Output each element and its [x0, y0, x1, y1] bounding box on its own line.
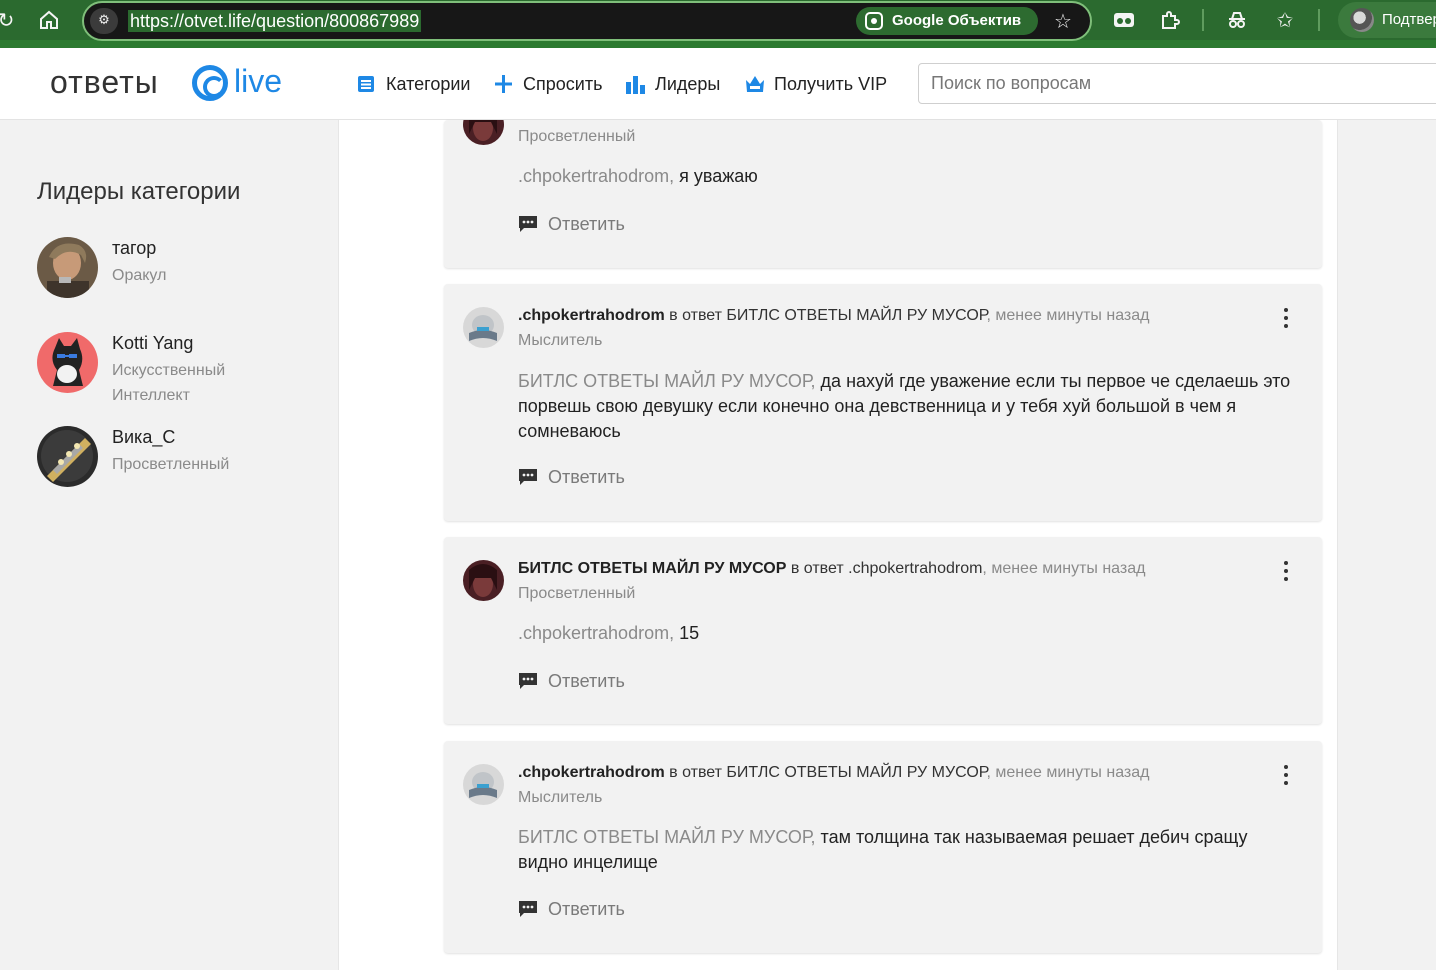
- profile-avatar: [1350, 8, 1374, 32]
- reload-icon[interactable]: ↻: [0, 8, 18, 32]
- site-header: ответы live Категории Спросить Лидеры По…: [0, 48, 1436, 120]
- sidebar-title: Лидеры категории: [37, 178, 241, 205]
- leader-item[interactable]: тагор Оракул: [37, 237, 327, 299]
- comment-reply-to[interactable]: в ответ .chpokertrahodrom: [786, 560, 983, 577]
- nav-vip-label: Получить VIP: [774, 74, 888, 94]
- leader-name[interactable]: тагор: [112, 237, 156, 259]
- nav-ask-label: Спросить: [523, 74, 603, 94]
- comment-reply-to[interactable]: в ответ БИТЛС ОТВЕТЫ МАЙЛ РУ МУСОР: [665, 307, 986, 324]
- google-lens-button[interactable]: Google Объектив: [856, 7, 1038, 35]
- logo-text-right: live: [234, 63, 283, 99]
- more-options-button[interactable]: [1276, 306, 1296, 330]
- address-bar[interactable]: ⚙ https://otvet.life/question/800867989 …: [82, 1, 1092, 41]
- avatar[interactable]: [463, 120, 504, 145]
- favorites-icon[interactable]: ✩: [1273, 8, 1297, 32]
- nav-categories-label: Категории: [386, 74, 471, 94]
- reply-label: Ответить: [548, 899, 625, 919]
- comment-icon: [519, 216, 537, 232]
- comment-author[interactable]: БИТЛС ОТВЕТЫ МАЙЛ РУ МУСОР: [518, 560, 786, 577]
- comment-header: БИТЛС ОТВЕТЫ МАЙЛ РУ МУСОР в ответ .chpo…: [518, 559, 1145, 579]
- site-logo[interactable]: ответы live: [50, 62, 290, 102]
- comment-time: , менее минуты назад: [982, 560, 1146, 577]
- comment-card: Просветленный .chpokertrahodrom, я уважа…: [444, 120, 1322, 268]
- profile-label: Подтвердить: [1382, 11, 1436, 28]
- comment-author-rank: Просветленный: [518, 585, 636, 602]
- comment-header: .chpokertrahodrom в ответ БИТЛС ОТВЕТЫ М…: [518, 763, 1150, 783]
- url-text[interactable]: https://otvet.life/question/800867989: [128, 10, 422, 32]
- comment-card: .chpokertrahodrom в ответ БИТЛС ОТВЕТЫ М…: [444, 741, 1322, 953]
- site-settings-icon[interactable]: ⚙: [90, 8, 118, 34]
- comment-author-rank: Мыслитель: [518, 332, 603, 349]
- comment-text: БИТЛС ОТВЕТЫ МАЙЛ РУ МУСОР, да нахуй где…: [518, 369, 1302, 444]
- comment-author-rank: Просветленный: [518, 128, 636, 145]
- reply-label: Ответить: [548, 467, 625, 487]
- comment-mention[interactable]: БИТЛС ОТВЕТЫ МАЙЛ РУ МУСОР,: [518, 827, 816, 847]
- comment-message: я уважаю: [674, 166, 758, 186]
- comment-header: .chpokertrahodrom в ответ БИТЛС ОТВЕТЫ М…: [518, 306, 1150, 326]
- avatar[interactable]: [37, 426, 98, 487]
- home-icon[interactable]: [37, 8, 61, 32]
- avatar[interactable]: [463, 560, 504, 601]
- avatar[interactable]: [37, 332, 98, 393]
- comment-mention[interactable]: .chpokertrahodrom,: [518, 623, 674, 643]
- comment-mention[interactable]: БИТЛС ОТВЕТЫ МАЙЛ РУ МУСОР,: [518, 371, 816, 391]
- leader-rank: Оракул: [112, 267, 167, 284]
- comment-card: .chpokertrahodrom в ответ БИТЛС ОТВЕТЫ М…: [444, 284, 1322, 521]
- leader-item[interactable]: Вика_С Просветленный: [37, 426, 327, 488]
- leader-name[interactable]: Kotti Yang: [112, 332, 193, 354]
- search-input[interactable]: [918, 63, 1436, 104]
- comment-card: БИТЛС ОТВЕТЫ МАЙЛ РУ МУСОР в ответ .chpo…: [444, 537, 1322, 724]
- toolbar-separator: [1202, 9, 1204, 31]
- comment-text: .chpokertrahodrom, я уважаю: [518, 164, 1302, 189]
- comment-icon: [519, 901, 537, 917]
- leader-name[interactable]: Вика_С: [112, 426, 175, 448]
- browser-toolbar: ↻ ⚙ https://otvet.life/question/80086798…: [0, 0, 1436, 48]
- extensions-icon[interactable]: [1158, 8, 1182, 32]
- comment-icon: [519, 469, 537, 485]
- comment-text: .chpokertrahodrom, 15: [518, 621, 1302, 646]
- more-options-button[interactable]: [1276, 559, 1296, 583]
- more-options-button[interactable]: [1276, 763, 1296, 787]
- incognito-icon[interactable]: [1225, 8, 1249, 32]
- comment-icon: [519, 673, 537, 689]
- avatar[interactable]: [37, 237, 98, 298]
- leader-rank: Искусственный Интеллект: [112, 362, 226, 404]
- comment-text: БИТЛС ОТВЕТЫ МАЙЛ РУ МУСОР, там толщина …: [518, 825, 1302, 875]
- list-icon: [358, 76, 374, 92]
- comment-message: 15: [674, 623, 700, 643]
- comment-mention[interactable]: .chpokertrahodrom,: [518, 166, 674, 186]
- bookmark-star-icon[interactable]: ☆: [1050, 8, 1076, 34]
- logo-text-left: ответы: [50, 64, 159, 100]
- reading-mode-icon[interactable]: [1112, 8, 1136, 32]
- avatar[interactable]: [463, 307, 504, 348]
- reply-label: Ответить: [548, 671, 625, 691]
- nav-leaders-label: Лидеры: [655, 74, 721, 94]
- google-lens-icon: [865, 12, 883, 30]
- comment-author-rank: Мыслитель: [518, 789, 603, 806]
- crown-icon: [746, 76, 764, 92]
- comment-time: , менее минуты назад: [986, 764, 1150, 781]
- comment-reply-to[interactable]: в ответ БИТЛС ОТВЕТЫ МАЙЛ РУ МУСОР: [665, 764, 986, 781]
- profile-button[interactable]: Подтвердить: [1338, 2, 1436, 38]
- bar-chart-icon: [626, 76, 645, 94]
- comment-author[interactable]: .chpokertrahodrom: [518, 764, 665, 781]
- toolbar-separator: [1318, 9, 1320, 31]
- plus-icon: [495, 75, 512, 93]
- logo-swirl-icon: [192, 65, 228, 101]
- reply-label: Ответить: [548, 214, 625, 234]
- leader-item[interactable]: Kotti Yang Искусственный Интеллект: [37, 332, 327, 407]
- leader-rank: Просветленный: [112, 456, 230, 473]
- comment-author[interactable]: .chpokertrahodrom: [518, 307, 665, 324]
- comment-time: , менее минуты назад: [986, 307, 1150, 324]
- toolbar-strip: [0, 40, 1436, 48]
- avatar[interactable]: [463, 764, 504, 805]
- google-lens-label: Google Объектив: [892, 12, 1022, 29]
